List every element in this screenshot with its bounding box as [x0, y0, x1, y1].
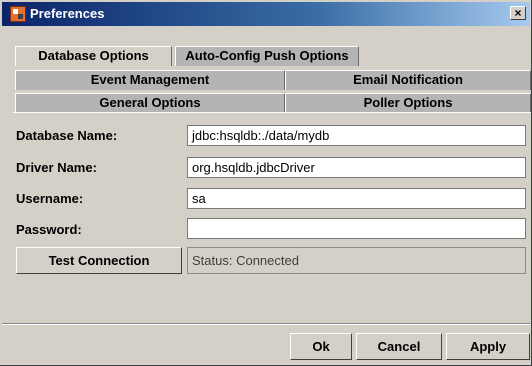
window-title: Preferences	[30, 6, 105, 21]
username-label: Username:	[16, 191, 84, 206]
username-field[interactable]: sa	[187, 188, 526, 209]
tab-auto-config-push-options[interactable]: Auto-Config Push Options	[175, 46, 359, 66]
database-name-label: Database Name:	[16, 128, 118, 143]
footer-separator	[2, 323, 530, 325]
password-label: Password:	[16, 222, 82, 237]
title-bar[interactable]: Preferences ×	[2, 2, 530, 26]
apply-button[interactable]: Apply	[446, 333, 530, 360]
tab-event-management[interactable]: Event Management	[15, 70, 285, 90]
tab-poller-options[interactable]: Poller Options	[285, 93, 531, 113]
ok-button[interactable]: Ok	[290, 333, 352, 360]
driver-name-field[interactable]: org.hsqldb.jdbcDriver	[187, 157, 526, 178]
driver-name-label: Driver Name:	[16, 160, 97, 175]
test-connection-button[interactable]: Test Connection	[16, 247, 182, 274]
tab-panel-edge	[13, 112, 531, 113]
connection-status: Status: Connected	[187, 247, 526, 274]
tab-database-options[interactable]: Database Options	[15, 46, 172, 66]
database-name-field[interactable]: jdbc:hsqldb:./data/mydb	[187, 125, 526, 146]
cancel-button[interactable]: Cancel	[356, 333, 442, 360]
app-icon	[10, 6, 26, 22]
password-field[interactable]	[187, 218, 526, 239]
tab-general-options[interactable]: General Options	[15, 93, 285, 113]
close-button[interactable]: ×	[510, 6, 526, 20]
tab-email-notification[interactable]: Email Notification	[285, 70, 531, 90]
preferences-window: Preferences × Database Options Auto-Conf…	[0, 0, 532, 366]
